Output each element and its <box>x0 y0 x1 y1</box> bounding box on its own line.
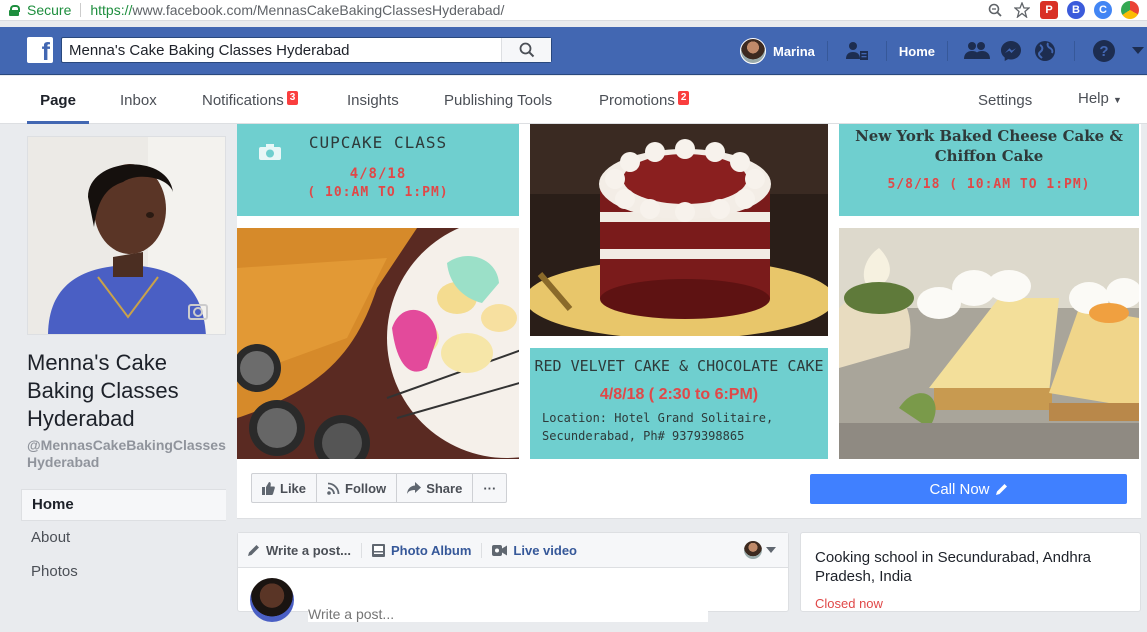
cheesecake-poster: New York Baked Cheese Cake & Chiffon Cak… <box>839 124 1139 216</box>
post-composer: Write a post... Photo Album Live video <box>237 532 789 622</box>
page-left-nav: Home About Photos <box>21 489 226 589</box>
bookmark-star-icon[interactable] <box>1013 1 1031 19</box>
svg-text:?: ? <box>1099 43 1108 60</box>
red-velvet-title: RED VELVET CAKE & CHOCOLATE CAKE <box>534 357 824 375</box>
secure-label: Secure <box>27 2 72 18</box>
post-text-input[interactable] <box>308 606 708 622</box>
chevron-down-icon: ▼ <box>1113 95 1122 105</box>
tab-insights[interactable]: Insights <box>347 76 399 124</box>
more-options-button[interactable]: ··· <box>473 474 506 502</box>
find-friends-icon[interactable] <box>843 37 871 65</box>
page-action-bar: Like Follow Share ··· Call Now <box>237 459 1141 519</box>
cupcake-title: CUPCAKE CLASS <box>308 133 448 152</box>
zoom-icon[interactable] <box>986 1 1004 19</box>
tab-page[interactable]: Page <box>27 76 89 124</box>
photo-album-icon <box>372 543 385 557</box>
account-menu-chevron-icon[interactable] <box>1124 37 1147 65</box>
about-box: Cooking school in Secundurabad, Andhra P… <box>800 532 1141 612</box>
follow-button[interactable]: Follow <box>317 474 398 502</box>
share-button[interactable]: Share <box>397 474 474 502</box>
cupcakes-photo <box>237 228 519 459</box>
page-name: Menna's Cake Baking Classes Hyderabad <box>27 350 179 431</box>
home-link[interactable]: Home <box>899 44 935 59</box>
pencil-icon <box>248 545 259 556</box>
notifications-globe-icon[interactable] <box>1031 37 1059 65</box>
search-box[interactable] <box>61 37 552 63</box>
pinterest-extension-icon[interactable]: P <box>1040 1 1058 19</box>
divider <box>947 41 949 61</box>
cheesecake-time: 5/8/18 ( 10:AM TO 1:PM) <box>887 177 1091 192</box>
messenger-icon[interactable] <box>997 37 1025 65</box>
tab-promotions[interactable]: Promotions 2 <box>599 76 690 124</box>
search-button[interactable] <box>501 38 551 62</box>
c-extension-icon[interactable]: C <box>1094 1 1112 19</box>
divider <box>80 3 82 17</box>
avatar[interactable] <box>740 38 766 64</box>
page-avatar <box>250 578 294 622</box>
page-action-buttons: Like Follow Share ··· <box>251 473 508 503</box>
promotions-count-badge: 2 <box>677 91 690 105</box>
like-button[interactable]: Like <box>252 474 318 502</box>
b-extension-icon[interactable]: B <box>1067 1 1085 19</box>
top-nav-right: Marina Home ? <box>740 27 1147 75</box>
cupcake-time: ( 10:AM TO 1:PM) <box>307 185 449 200</box>
leftnav-photos[interactable]: Photos <box>21 555 226 589</box>
cover-photo[interactable]: CUPCAKE CLASS 4/8/18 ( 10:AM TO 1:PM) RE… <box>237 124 1141 459</box>
tab-help[interactable]: Help ▼ <box>1078 76 1122 124</box>
divider <box>885 41 887 61</box>
thumbs-up-icon <box>262 481 275 495</box>
tab-publishing-tools[interactable]: Publishing Tools <box>444 76 552 124</box>
cheesecake-photo <box>839 228 1139 459</box>
chrome-extension-icon[interactable] <box>1121 1 1139 19</box>
leftnav-home[interactable]: Home <box>21 489 226 521</box>
page-tabs: Page Inbox Notifications 3 Insights Publi… <box>0 76 1147 124</box>
cheesecake-title: New York Baked Cheese Cake & Chiffon Cak… <box>855 127 1123 165</box>
cupcake-date: 4/8/18 <box>349 166 407 182</box>
divider <box>826 41 828 61</box>
profile-picture[interactable] <box>27 136 226 335</box>
share-arrow-icon <box>407 482 422 494</box>
facebook-logo-icon[interactable]: f <box>27 37 53 63</box>
browser-address-bar[interactable]: Secure https://www.facebook.com/MennasCa… <box>0 0 1147 21</box>
rss-follow-icon <box>327 482 340 495</box>
write-post-tab[interactable]: Write a post... <box>238 543 361 558</box>
friend-requests-icon[interactable] <box>963 37 991 65</box>
red-velvet-cake-photo <box>530 124 828 336</box>
avatar <box>744 541 762 559</box>
post-as-selector[interactable] <box>744 541 776 559</box>
photo-album-tab[interactable]: Photo Album <box>361 542 481 558</box>
composer-tabs: Write a post... Photo Album Live video <box>238 533 788 568</box>
page-username[interactable]: @MennasCakeBakingClassesHyderabad <box>27 437 227 471</box>
call-now-button[interactable]: Call Now <box>810 474 1127 504</box>
video-camera-icon <box>492 544 508 556</box>
leftnav-about[interactable]: About <box>21 521 226 555</box>
red-velvet-poster: RED VELVET CAKE & CHOCOLATE CAKE 4/8/18 … <box>530 348 828 459</box>
tab-inbox[interactable]: Inbox <box>120 76 157 124</box>
notification-count-badge: 3 <box>286 91 299 105</box>
tab-notifications[interactable]: Notifications 3 <box>202 76 299 124</box>
live-video-tab[interactable]: Live video <box>481 542 587 558</box>
tab-settings[interactable]: Settings <box>978 76 1032 124</box>
cupcake-class-poster: CUPCAKE CLASS 4/8/18 ( 10:AM TO 1:PM) <box>237 124 519 216</box>
user-name-link[interactable]: Marina <box>773 44 815 59</box>
help-icon[interactable]: ? <box>1090 37 1118 65</box>
pencil-icon <box>995 484 1007 495</box>
red-velvet-time: 4/8/18 ( 2:30 to 6:PM) <box>599 386 759 403</box>
open-status: Closed now <box>815 596 883 611</box>
url-text[interactable]: https://www.facebook.com/MennasCakeBakin… <box>90 2 504 18</box>
lock-icon <box>9 4 20 16</box>
browser-toolbar: P B C <box>986 1 1139 19</box>
facebook-top-bar: f Marina Home ? <box>0 27 1147 75</box>
divider <box>1074 41 1076 61</box>
search-icon <box>519 42 534 58</box>
location-line2: Secunderabad, Ph# 9379398865 <box>542 429 745 443</box>
chevron-down-icon <box>766 547 776 553</box>
search-input[interactable] <box>62 39 501 61</box>
location-line1: Location: Hotel Grand Solitaire, <box>542 411 774 425</box>
page-category: Cooking school in Secundurabad, Andhra P… <box>815 549 1092 585</box>
